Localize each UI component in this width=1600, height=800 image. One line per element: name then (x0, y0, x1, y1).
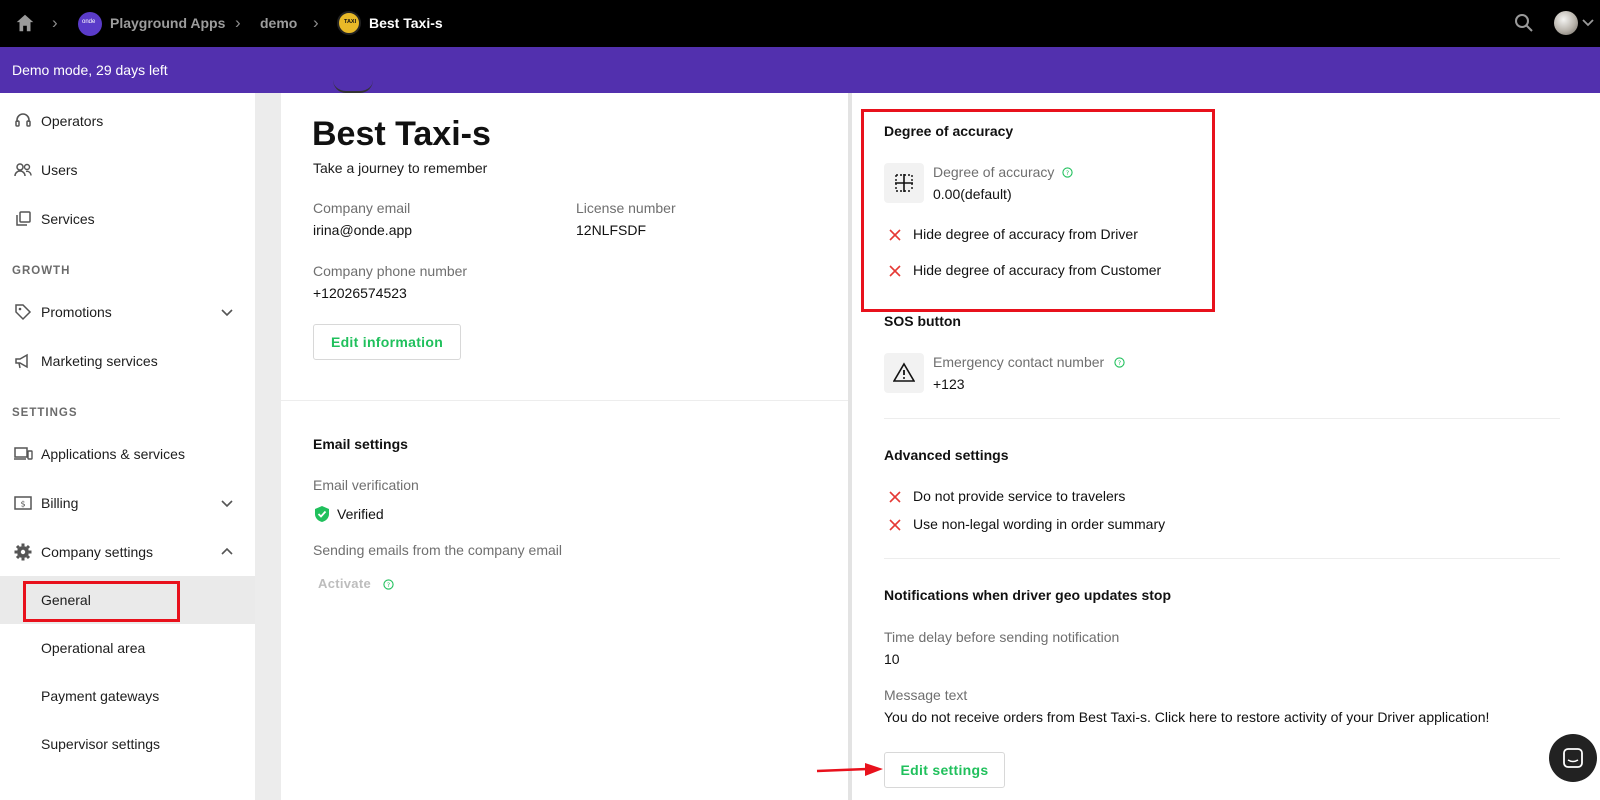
sidebar-item-billing[interactable]: $ Billing (0, 482, 255, 524)
email-verification-status: Verified (337, 506, 384, 522)
top-bar: › onde Playground Apps › demo › TAXI Bes… (0, 0, 1600, 47)
highlight-box-general (23, 581, 180, 622)
chat-icon (1563, 748, 1583, 768)
help-icon[interactable]: ? (383, 579, 394, 590)
company-phone-label: Company phone number (313, 263, 468, 279)
company-tagline: Take a journey to remember (313, 160, 488, 176)
search-icon[interactable] (1514, 13, 1534, 33)
message-text-value: You do not receive orders from Best Taxi… (884, 709, 1490, 725)
svg-text:$: $ (20, 500, 25, 509)
sos-icon-tile (884, 353, 924, 393)
time-delay-value: 10 (884, 651, 900, 667)
message-text-label: Message text (884, 687, 968, 703)
email-settings-title: Email settings (313, 436, 408, 452)
chevron-down-icon[interactable] (219, 495, 235, 511)
company-email-label: Company email (313, 200, 411, 216)
breadcrumb-env[interactable]: demo (260, 14, 297, 32)
sidebar-item-label: Services (41, 211, 95, 227)
chevron-right-icon: › (313, 13, 319, 32)
section-divider (884, 558, 1560, 559)
advanced-option-travelers: Do not provide service to travelers (913, 488, 1126, 504)
sidebar-item-label: Users (41, 162, 78, 178)
app-logo: TAXI (337, 11, 361, 35)
license-number-label: License number (576, 200, 676, 216)
close-icon (889, 491, 901, 503)
sos-section-title: SOS button (884, 313, 961, 329)
company-email-value: irina@onde.app (313, 222, 413, 238)
demo-mode-banner: Demo mode, 29 days left (0, 47, 1600, 93)
section-divider (884, 418, 1560, 419)
chevron-down-icon[interactable] (219, 304, 235, 320)
advanced-section-title: Advanced settings (884, 447, 1009, 463)
sidebar-subitem-label: Supervisor settings (41, 736, 161, 752)
tag-icon (15, 304, 32, 321)
sidebar-subitem-label: Operational area (41, 640, 146, 656)
sidebar-subitem-supervisor-settings[interactable]: Supervisor settings (0, 720, 255, 768)
headset-icon (15, 113, 31, 127)
billing-icon: $ (14, 496, 32, 510)
gear-icon (14, 543, 32, 561)
sidebar-item-operators[interactable]: Operators (0, 100, 255, 142)
activate-button[interactable]: Activate (318, 576, 371, 591)
sidebar-item-users[interactable]: Users (0, 149, 255, 191)
sidebar-item-label: Billing (41, 495, 79, 511)
section-divider (281, 400, 848, 401)
edit-settings-button[interactable]: Edit settings (884, 752, 1005, 788)
breadcrumb-org[interactable]: Playground Apps (110, 14, 225, 32)
sidebar-item-label: Marketing services (41, 353, 158, 369)
sidebar-item-label: Company settings (41, 544, 154, 560)
notifications-section-title: Notifications when driver geo updates st… (884, 587, 1172, 603)
chevron-right-icon: › (52, 13, 58, 32)
chevron-up-icon[interactable] (219, 544, 235, 560)
verified-shield-icon (315, 506, 329, 522)
chevron-down-icon[interactable] (1581, 16, 1595, 30)
home-icon[interactable] (14, 12, 36, 34)
license-number-value: 12NLFSDF (576, 222, 647, 238)
email-verification-label: Email verification (313, 477, 419, 493)
sending-emails-label: Sending emails from the company email (313, 542, 563, 558)
services-icon (16, 211, 31, 226)
arrow-right-icon (816, 763, 883, 776)
svg-text:?: ? (1118, 359, 1121, 367)
megaphone-icon (15, 353, 28, 369)
sidebar-item-label: Applications & services (41, 446, 185, 462)
emergency-contact-label: Emergency contact number (933, 354, 1105, 370)
company-phone-value: +12026574523 (313, 285, 407, 301)
svg-text:?: ? (387, 581, 390, 589)
breadcrumb-app[interactable]: Best Taxi-s (369, 14, 443, 32)
sidebar-item-promotions[interactable]: Promotions (0, 291, 255, 333)
sidebar-section-growth: GROWTH (12, 265, 71, 277)
sidebar-section-settings: SETTINGS (12, 407, 78, 419)
advanced-option-wording: Use non-legal wording in order summary (913, 516, 1166, 532)
sidebar-subitem-payment-gateways[interactable]: Payment gateways (0, 672, 255, 720)
sidebar-subitem-label: Payment gateways (41, 688, 160, 704)
devices-icon (14, 447, 33, 460)
sidebar-item-applications[interactable]: Applications & services (0, 433, 255, 475)
warning-icon (893, 362, 915, 382)
time-delay-label: Time delay before sending notification (884, 629, 1120, 645)
avatar[interactable] (1554, 11, 1578, 35)
chevron-right-icon: › (235, 13, 241, 32)
sidebar-item-company-settings[interactable]: Company settings (0, 531, 255, 573)
chat-button[interactable] (1549, 734, 1597, 782)
help-icon[interactable]: ? (1114, 357, 1125, 368)
sidebar-item-label: Operators (41, 113, 104, 129)
org-logo: onde (78, 12, 102, 36)
sidebar-item-label: Promotions (41, 304, 112, 320)
users-icon (14, 163, 32, 177)
emergency-contact-value: +123 (933, 376, 965, 392)
company-name: Best Taxi-s (312, 115, 491, 153)
sidebar-item-services[interactable]: Services (0, 198, 255, 240)
sidebar-item-marketing-services[interactable]: Marketing services (0, 340, 255, 382)
edit-information-button[interactable]: Edit information (313, 324, 461, 360)
highlight-box-accuracy (861, 109, 1215, 312)
close-icon (889, 519, 901, 531)
sidebar-subitem-operational-area[interactable]: Operational area (0, 624, 255, 672)
